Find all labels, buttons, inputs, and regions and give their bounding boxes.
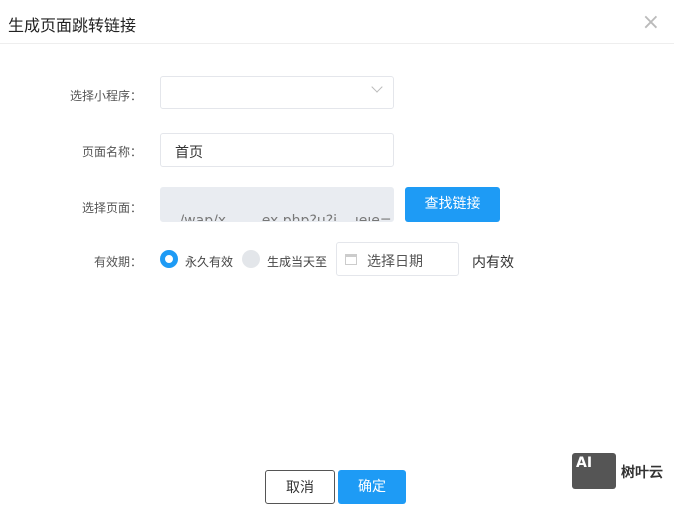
program-label: 选择小程序：	[69, 89, 142, 103]
page-label: 选择页面：	[81, 201, 142, 215]
confirm-button[interactable]: 确定	[338, 470, 406, 504]
program-select[interactable]	[160, 76, 394, 109]
dialog-title: 生成页面跳转链接	[8, 16, 137, 35]
calendar-icon	[345, 254, 357, 265]
date-placeholder: 选择日期	[367, 254, 423, 270]
radio-forever[interactable]	[160, 250, 178, 268]
validity-suffix: 内有效	[472, 255, 514, 271]
dialog-header: 生成页面跳转链接 ×	[0, 0, 674, 44]
page-name-label: 页面名称：	[81, 145, 142, 159]
option-forever-label: 永久有效	[185, 255, 234, 269]
close-icon[interactable]: ×	[642, 10, 660, 35]
chevron-down-icon	[371, 81, 383, 93]
logo-text: AI	[576, 455, 593, 471]
page-input[interactable]: /wap/x ex.php?u?i ıeıe=	[160, 187, 394, 222]
cancel-button[interactable]: 取消	[265, 470, 335, 504]
page-name-input[interactable]: 首页	[160, 133, 394, 167]
option-until-label: 生成当天至	[267, 255, 328, 269]
watermark-logo: AI	[572, 453, 616, 489]
find-link-button[interactable]: 查找链接	[405, 187, 500, 222]
watermark-brand: 树叶云	[621, 465, 663, 481]
radio-until[interactable]	[242, 250, 260, 268]
page-name-value: 首页	[175, 145, 203, 161]
validity-label: 有效期：	[93, 255, 142, 269]
date-picker[interactable]: 选择日期	[336, 242, 459, 276]
page-value: /wap/x ex.php?u?i ıeıe=	[179, 213, 392, 222]
